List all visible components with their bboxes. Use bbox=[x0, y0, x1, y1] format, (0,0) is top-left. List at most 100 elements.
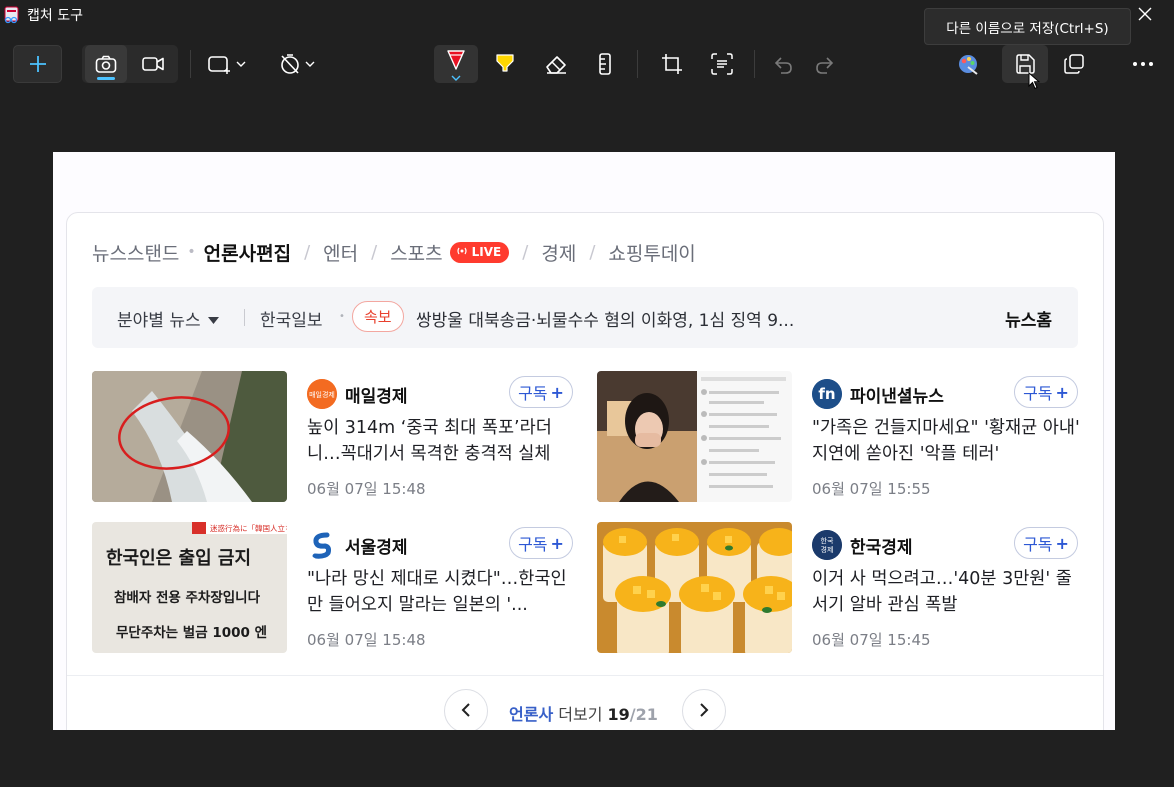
category-label: 분야별 뉴스 bbox=[117, 311, 201, 331]
more-options-button[interactable] bbox=[1122, 45, 1164, 83]
copy-button[interactable] bbox=[1054, 45, 1094, 83]
seoul-economy-logo bbox=[307, 530, 337, 560]
article-time: 06월 07일 15:48 bbox=[307, 631, 426, 649]
article-source[interactable]: 서울경제 bbox=[307, 530, 408, 560]
svg-text:경제: 경제 bbox=[821, 545, 834, 554]
plus-icon: + bbox=[1055, 533, 1069, 553]
svg-text:매일경제: 매일경제 bbox=[309, 390, 335, 399]
paint-3d-icon bbox=[957, 53, 979, 75]
subscribe-label: 구독 bbox=[1023, 535, 1053, 554]
chevron-down-icon bbox=[451, 75, 461, 81]
ticker-press[interactable]: 한국일보 bbox=[260, 306, 323, 331]
active-mode-indicator bbox=[97, 77, 115, 80]
tab-shopping-today[interactable]: 쇼핑투데이 bbox=[608, 239, 695, 266]
news-ticker: 분야별 뉴스 한국일보 • 속보 쌍방울 대북송금·뇌물수수 혐의 이화영, 1… bbox=[92, 287, 1078, 348]
article-source[interactable]: 한국 경제 한국경제 bbox=[812, 530, 913, 560]
card-divider bbox=[67, 675, 1103, 676]
new-snip-button[interactable] bbox=[13, 45, 62, 83]
svg-text:참배자 전용 주차장입니다: 참배자 전용 주차장입니다 bbox=[114, 589, 261, 606]
article-source[interactable]: 매일경제 매일경제 bbox=[307, 379, 408, 409]
plus-icon bbox=[29, 55, 47, 73]
press-name: 매일경제 bbox=[345, 386, 408, 407]
redo-icon bbox=[815, 54, 837, 74]
pager-label: 언론사 더보기 19/21 bbox=[509, 701, 658, 725]
captured-screenshot[interactable]: ———— ———— — 뉴스스탠드 • 언론사편집 / 엔터 / 스포츠 LIV… bbox=[53, 152, 1115, 730]
subscribe-button[interactable]: 구독 + bbox=[1014, 376, 1078, 408]
ballpoint-pen-button[interactable] bbox=[434, 45, 478, 83]
undo-icon bbox=[771, 54, 793, 74]
news-home-link[interactable]: 뉴스홈 bbox=[1005, 306, 1052, 331]
category-dropdown[interactable]: 분야별 뉴스 bbox=[117, 306, 219, 331]
window-title: 캡처 도구 bbox=[27, 8, 83, 24]
ruler-icon bbox=[598, 53, 612, 75]
article-item[interactable]: fn 파이낸셜뉴스 구독 + "가족은 건들지마세요" '황재균 아내' 지연에… bbox=[597, 371, 1083, 502]
tab-entertainment[interactable]: 엔터 bbox=[323, 239, 358, 266]
pager-accent: 언론사 bbox=[509, 705, 554, 724]
ticker-dot: • bbox=[339, 311, 345, 322]
tab-sports[interactable]: 스포츠 bbox=[390, 239, 442, 266]
close-icon bbox=[1138, 6, 1152, 25]
toolbar-divider bbox=[190, 50, 191, 78]
undo-button[interactable] bbox=[762, 45, 802, 83]
copy-icon bbox=[1064, 54, 1084, 74]
press-name: 한국경제 bbox=[850, 537, 913, 558]
highlighter-icon bbox=[494, 53, 516, 75]
snip-mode-button[interactable] bbox=[85, 45, 127, 83]
subscribe-button[interactable]: 구독 + bbox=[509, 376, 573, 408]
pager-current: 19 bbox=[607, 705, 630, 724]
video-icon bbox=[142, 56, 164, 72]
cropped-text-strip: ———— ———— — bbox=[53, 152, 1115, 154]
chevron-down-icon bbox=[305, 61, 315, 67]
article-item[interactable]: 매일경제 매일경제 구독 + 높이 314m ‘중국 최대 폭포’라더니…꼭대기… bbox=[92, 371, 578, 502]
pager-more: 더보기 bbox=[558, 705, 603, 724]
next-page-button[interactable] bbox=[682, 689, 726, 730]
snip-shape-dropdown[interactable] bbox=[200, 45, 254, 83]
mouse-cursor-icon bbox=[1028, 71, 1041, 94]
subscribe-label: 구독 bbox=[518, 535, 548, 554]
article-time: 06월 07일 15:55 bbox=[812, 480, 931, 498]
subscribe-button[interactable]: 구독 + bbox=[509, 527, 573, 559]
subscribe-button[interactable]: 구독 + bbox=[1014, 527, 1078, 559]
svg-text:한국: 한국 bbox=[821, 537, 834, 545]
tab-newsstand[interactable]: 뉴스스탠드 bbox=[92, 239, 179, 266]
pager-total: /21 bbox=[629, 705, 658, 724]
article-thumbnail[interactable] bbox=[92, 371, 287, 502]
edit-in-paint-button[interactable] bbox=[948, 45, 988, 83]
prev-page-button[interactable] bbox=[444, 689, 488, 730]
breaking-badge: 속보 bbox=[352, 301, 404, 332]
article-title[interactable]: "나라 망신 제대로 시켰다"…한국인만 들어오지 말라는 일본의 '... bbox=[307, 566, 579, 618]
chevron-down-icon bbox=[236, 61, 246, 67]
toolbar-divider bbox=[754, 50, 755, 78]
save-as-tooltip: 다른 이름으로 저장(Ctrl+S) bbox=[924, 8, 1131, 45]
article-thumbnail[interactable] bbox=[597, 371, 792, 502]
eraser-button[interactable] bbox=[536, 45, 576, 83]
live-badge[interactable]: LIVE bbox=[449, 241, 510, 263]
plus-icon: + bbox=[1055, 382, 1069, 402]
article-source[interactable]: fn 파이낸셜뉴스 bbox=[812, 379, 944, 409]
article-item[interactable]: 迷惑行為に「韓国人立ち入り 한국인은 출입 금지 참배자 전용 주차장입니다 무… bbox=[92, 522, 578, 653]
highlighter-button[interactable] bbox=[486, 45, 524, 83]
article-title[interactable]: 높이 314m ‘중국 최대 폭포’라더니…꼭대기서 목격한 충격적 실체 bbox=[307, 415, 579, 467]
crop-button[interactable] bbox=[652, 45, 692, 83]
tab-separator: / bbox=[371, 241, 378, 263]
ticker-headline[interactable]: 쌍방울 대북송금·뇌물수수 혐의 이화영, 1심 징역 9... bbox=[416, 306, 794, 331]
tab-separator: / bbox=[304, 241, 311, 263]
record-mode-button[interactable] bbox=[132, 45, 174, 83]
tab-press-edit[interactable]: 언론사편집 bbox=[204, 239, 291, 266]
tab-separator-dot: • bbox=[187, 244, 196, 260]
article-time: 06월 07일 15:45 bbox=[812, 631, 931, 649]
save-button[interactable] bbox=[1002, 45, 1048, 83]
article-thumbnail[interactable] bbox=[597, 522, 792, 653]
article-title[interactable]: 이거 사 먹으려고…'40분 3만원' 줄서기 알바 관심 폭발 bbox=[812, 566, 1084, 618]
article-item[interactable]: 한국 경제 한국경제 구독 + 이거 사 먹으려고…'40분 3만원' 줄서기 … bbox=[597, 522, 1083, 653]
plus-icon: + bbox=[550, 382, 564, 402]
delay-timer-dropdown[interactable] bbox=[270, 45, 324, 83]
article-thumbnail[interactable]: 迷惑行為に「韓国人立ち入り 한국인은 출입 금지 참배자 전용 주차장입니다 무… bbox=[92, 522, 287, 653]
text-actions-button[interactable] bbox=[702, 45, 742, 83]
chevron-right-icon bbox=[699, 702, 709, 721]
redo-button[interactable] bbox=[806, 45, 846, 83]
press-name: 서울경제 bbox=[345, 537, 408, 558]
article-title[interactable]: "가족은 건들지마세요" '황재균 아내' 지연에 쏟아진 '악플 테러' bbox=[812, 415, 1084, 467]
ruler-button[interactable] bbox=[586, 45, 624, 83]
tab-economy[interactable]: 경제 bbox=[541, 239, 576, 266]
